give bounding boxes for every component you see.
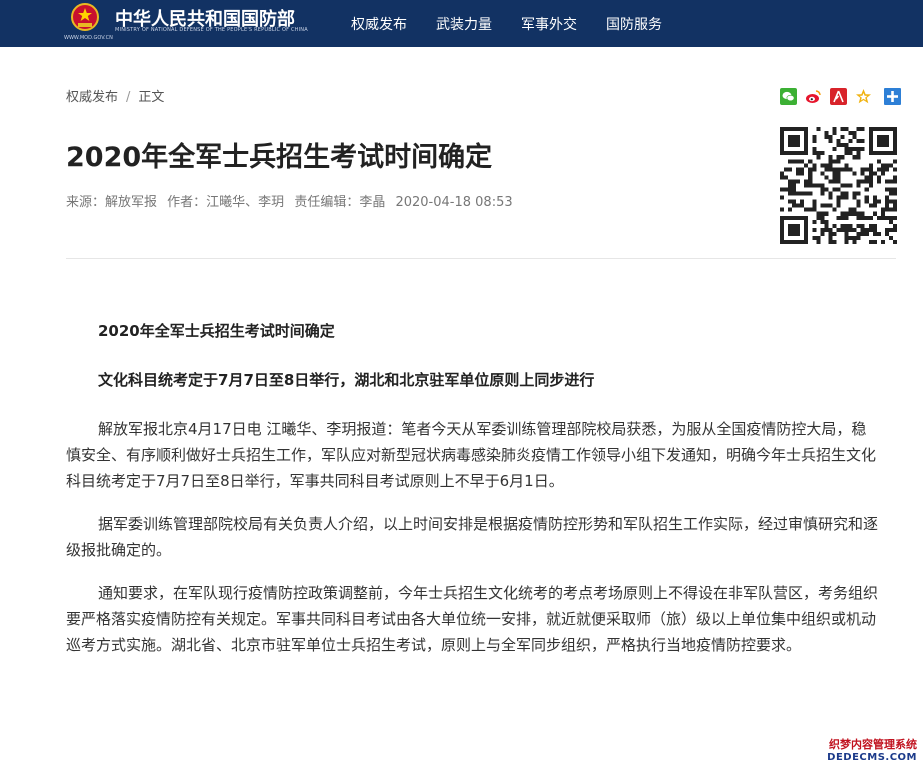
main-nav: 权威发布 武装力量 军事外交 国防服务 bbox=[351, 0, 691, 47]
article-body: 2020年全军士兵招生考试时间确定 文化科目统考定于7月7日至8日举行，湖北和北… bbox=[66, 318, 881, 675]
article-heading: 2020年全军士兵招生考试时间确定 bbox=[98, 322, 335, 340]
site-url: WWW.MOD.GOV.CN bbox=[64, 35, 113, 41]
site-subtitle: MINISTRY OF NATIONAL DEFENSE OF THE PEOP… bbox=[115, 27, 308, 33]
nav-item-authoritative-release[interactable]: 权威发布 bbox=[351, 14, 407, 34]
breadcrumb-current: 正文 bbox=[138, 90, 165, 105]
wechat-icon[interactable] bbox=[780, 87, 797, 105]
article-subheading: 文化科目统考定于7月7日至8日举行，湖北和北京驻军单位原则上同步进行 bbox=[98, 371, 595, 389]
watermark-line2: DEDECMS.COM bbox=[827, 752, 917, 763]
national-emblem-icon bbox=[71, 3, 99, 31]
article-title: 2020年全军士兵招生考试时间确定 bbox=[66, 142, 493, 173]
site-logo[interactable]: 中华人民共和国国防部 MINISTRY OF NATIONAL DEFENSE … bbox=[64, 2, 314, 44]
article-source: 来源：解放军报 bbox=[66, 195, 158, 210]
top-header: 中华人民共和国国防部 MINISTRY OF NATIONAL DEFENSE … bbox=[0, 0, 923, 47]
header-divider bbox=[66, 258, 896, 259]
article-datetime: 2020-04-18 08:53 bbox=[395, 195, 513, 210]
breadcrumb: 权威发布 / 正文 bbox=[66, 86, 164, 105]
watermark: 织梦内容管理系统 DEDECMS.COM bbox=[810, 735, 923, 770]
weibo-icon[interactable] bbox=[805, 88, 822, 105]
nav-item-military-diplomacy[interactable]: 军事外交 bbox=[521, 14, 577, 34]
article-editor: 责任编辑：李晶 bbox=[294, 195, 386, 210]
more-plus-icon[interactable] bbox=[884, 87, 901, 105]
favorite-star-icon[interactable] bbox=[855, 88, 872, 105]
share-toolbar bbox=[780, 87, 901, 105]
watermark-line1: 织梦内容管理系统 bbox=[829, 738, 917, 751]
article-paragraph: 解放军报北京4月17日电 江曦华、李玥报道：笔者今天从军委训练管理部院校局获悉，… bbox=[66, 420, 877, 490]
article-meta: 来源：解放军报 作者：江曦华、李玥 责任编辑：李晶 2020-04-18 08:… bbox=[66, 191, 519, 210]
nav-item-armed-forces[interactable]: 武装力量 bbox=[436, 14, 492, 34]
article-author: 作者：江曦华、李玥 bbox=[167, 195, 285, 210]
breadcrumb-section-link[interactable]: 权威发布 bbox=[66, 90, 118, 105]
qr-code-icon bbox=[780, 127, 897, 244]
article-paragraph: 据军委训练管理部院校局有关负责人介绍，以上时间安排是根据疫情防控形势和军队招生工… bbox=[66, 515, 879, 559]
renren-icon[interactable] bbox=[830, 87, 847, 105]
article-paragraph: 通知要求，在军队现行疫情防控政策调整前，今年士兵招生文化统考的考点考场原则上不得… bbox=[66, 584, 879, 654]
breadcrumb-separator: / bbox=[126, 90, 131, 105]
nav-item-defense-services[interactable]: 国防服务 bbox=[606, 14, 662, 34]
